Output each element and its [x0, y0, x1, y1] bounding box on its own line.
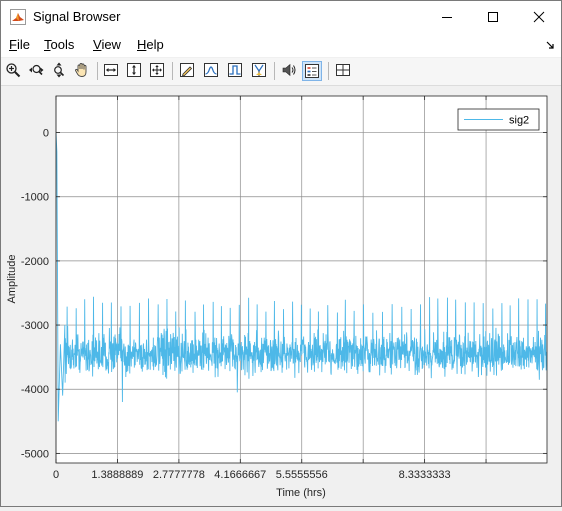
toolbar-separator — [274, 62, 275, 80]
step-icon — [228, 63, 242, 77]
legend-label-sig2: sig2 — [509, 115, 529, 127]
fit-y-button[interactable] — [125, 61, 145, 81]
cursor-icon — [252, 63, 266, 77]
layout-grid-icon — [336, 64, 350, 76]
step-button[interactable] — [226, 61, 246, 81]
speaker-icon — [282, 63, 296, 77]
fit-all-button[interactable] — [148, 61, 168, 81]
menu-file-label: ile — [16, 37, 30, 52]
menu-tools[interactable]: Tools — [44, 36, 74, 54]
fit-all-icon — [150, 63, 164, 77]
signal-browser-window: Signal Browser File Tools View Help 0 1.… — [0, 0, 562, 507]
edit-pencil-icon — [180, 63, 194, 77]
y-axis-label: Amplitude — [6, 255, 18, 304]
cursor-button[interactable] — [250, 61, 270, 81]
minimize-button[interactable] — [424, 1, 470, 33]
legend-icon — [305, 64, 319, 78]
x-tick-label: 5.5555556 — [276, 469, 328, 481]
pan-button[interactable] — [73, 61, 93, 81]
zoom-y-icon — [54, 62, 65, 78]
x-tick-label: 4.1666667 — [214, 469, 266, 481]
toolbar — [1, 58, 561, 86]
y-tick-label: -4000 — [21, 384, 49, 396]
y-tick-label: -3000 — [21, 320, 49, 332]
edit-button[interactable] — [178, 61, 198, 81]
y-tick-label: -2000 — [21, 256, 49, 268]
menu-view-label: iew — [101, 37, 121, 52]
zoom-x-icon — [29, 64, 44, 76]
zoom-in-button[interactable] — [4, 61, 24, 81]
pan-hand-icon — [75, 63, 87, 77]
layout-button[interactable] — [334, 61, 354, 81]
y-tick-label: -1000 — [21, 192, 49, 204]
fit-x-button[interactable] — [102, 61, 122, 81]
plot-area: 0 1.3888889 2.7777778 4.1666667 5.5555556 8.3… — [1, 86, 561, 506]
x-tick-label: 8.3333333 — [399, 469, 451, 481]
peak-finder-button[interactable] — [202, 61, 222, 81]
close-button[interactable] — [516, 1, 562, 33]
menu-help-mnemonic: H — [137, 37, 147, 52]
zoom-y-button[interactable] — [50, 61, 70, 81]
toolbar-separator — [97, 62, 98, 80]
minimize-icon — [442, 17, 452, 18]
menu-help[interactable]: Help — [137, 36, 164, 54]
legend-box[interactable]: sig2 — [457, 108, 540, 131]
menu-view[interactable]: View — [93, 36, 121, 54]
y-tick-label: -5000 — [21, 448, 49, 460]
maximize-icon — [488, 12, 498, 22]
title-bar[interactable]: Signal Browser — [1, 1, 561, 33]
zoom-x-button[interactable] — [27, 61, 47, 81]
zoom-in-icon — [6, 63, 21, 78]
peak-icon — [204, 63, 218, 77]
y-tick-label: 0 — [43, 128, 49, 140]
x-axis-label: Time (hrs) — [276, 487, 326, 499]
fit-x-icon — [104, 64, 118, 76]
menu-file-mnemonic: F — [9, 37, 17, 52]
menu-help-label: elp — [146, 37, 164, 52]
audio-button[interactable] — [280, 61, 300, 81]
menu-file[interactable]: File — [9, 36, 30, 54]
toolbar-separator — [172, 62, 173, 80]
close-icon — [533, 11, 545, 23]
fit-y-icon — [127, 63, 141, 77]
maximize-button[interactable] — [470, 1, 516, 33]
window-title: Signal Browser — [33, 9, 121, 24]
x-tick-label: 2.7777778 — [153, 469, 205, 481]
menu-bar: File Tools View Help — [1, 33, 561, 57]
x-tick-label: 0 — [53, 469, 59, 481]
dock-arrow-icon[interactable] — [546, 41, 555, 50]
signal-chart[interactable]: 0 1.3888889 2.7777778 4.1666667 5.5555556 8.3… — [1, 86, 561, 506]
x-tick-label: 1.3888889 — [91, 469, 143, 481]
legend-toggle-button[interactable] — [302, 61, 322, 81]
toolbar-separator — [328, 62, 329, 80]
menu-tools-label: ools — [50, 37, 75, 52]
matlab-app-icon — [10, 9, 26, 25]
